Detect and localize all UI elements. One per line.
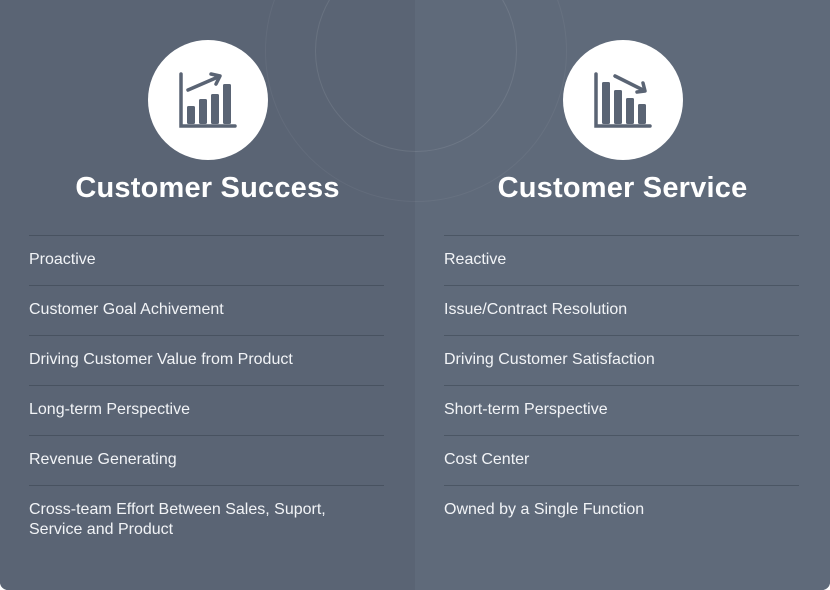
chart-trending-up-icon (179, 72, 237, 128)
comparison-card: Customer Success Proactive Customer Goal… (0, 0, 830, 590)
chart-trending-down-icon (594, 72, 652, 128)
list-item: Revenue Generating (29, 435, 384, 485)
list-item: Issue/Contract Resolution (444, 285, 799, 335)
list-item: Customer Goal Achivement (29, 285, 384, 335)
list-item: Cost Center (444, 435, 799, 485)
list-item: Cross-team Effort Between Sales, Suport,… (29, 485, 384, 557)
list-item: Proactive (29, 235, 384, 285)
list-item: Reactive (444, 235, 799, 285)
customer-service-list: Reactive Issue/Contract Resolution Drivi… (444, 235, 799, 557)
customer-service-title: Customer Service (497, 172, 748, 204)
customer-service-panel: Customer Service Reactive Issue/Contract… (415, 0, 830, 590)
customer-success-icon-badge (148, 40, 268, 160)
list-item: Owned by a Single Function (444, 485, 799, 557)
list-item: Short-term Perspective (444, 385, 799, 435)
customer-success-title: Customer Success (75, 172, 340, 204)
list-item: Driving Customer Satisfaction (444, 335, 799, 385)
customer-service-icon-badge (563, 40, 683, 160)
list-item: Driving Customer Value from Product (29, 335, 384, 385)
customer-success-list: Proactive Customer Goal Achivement Drivi… (29, 235, 384, 557)
customer-success-panel: Customer Success Proactive Customer Goal… (0, 0, 415, 590)
list-item: Long-term Perspective (29, 385, 384, 435)
